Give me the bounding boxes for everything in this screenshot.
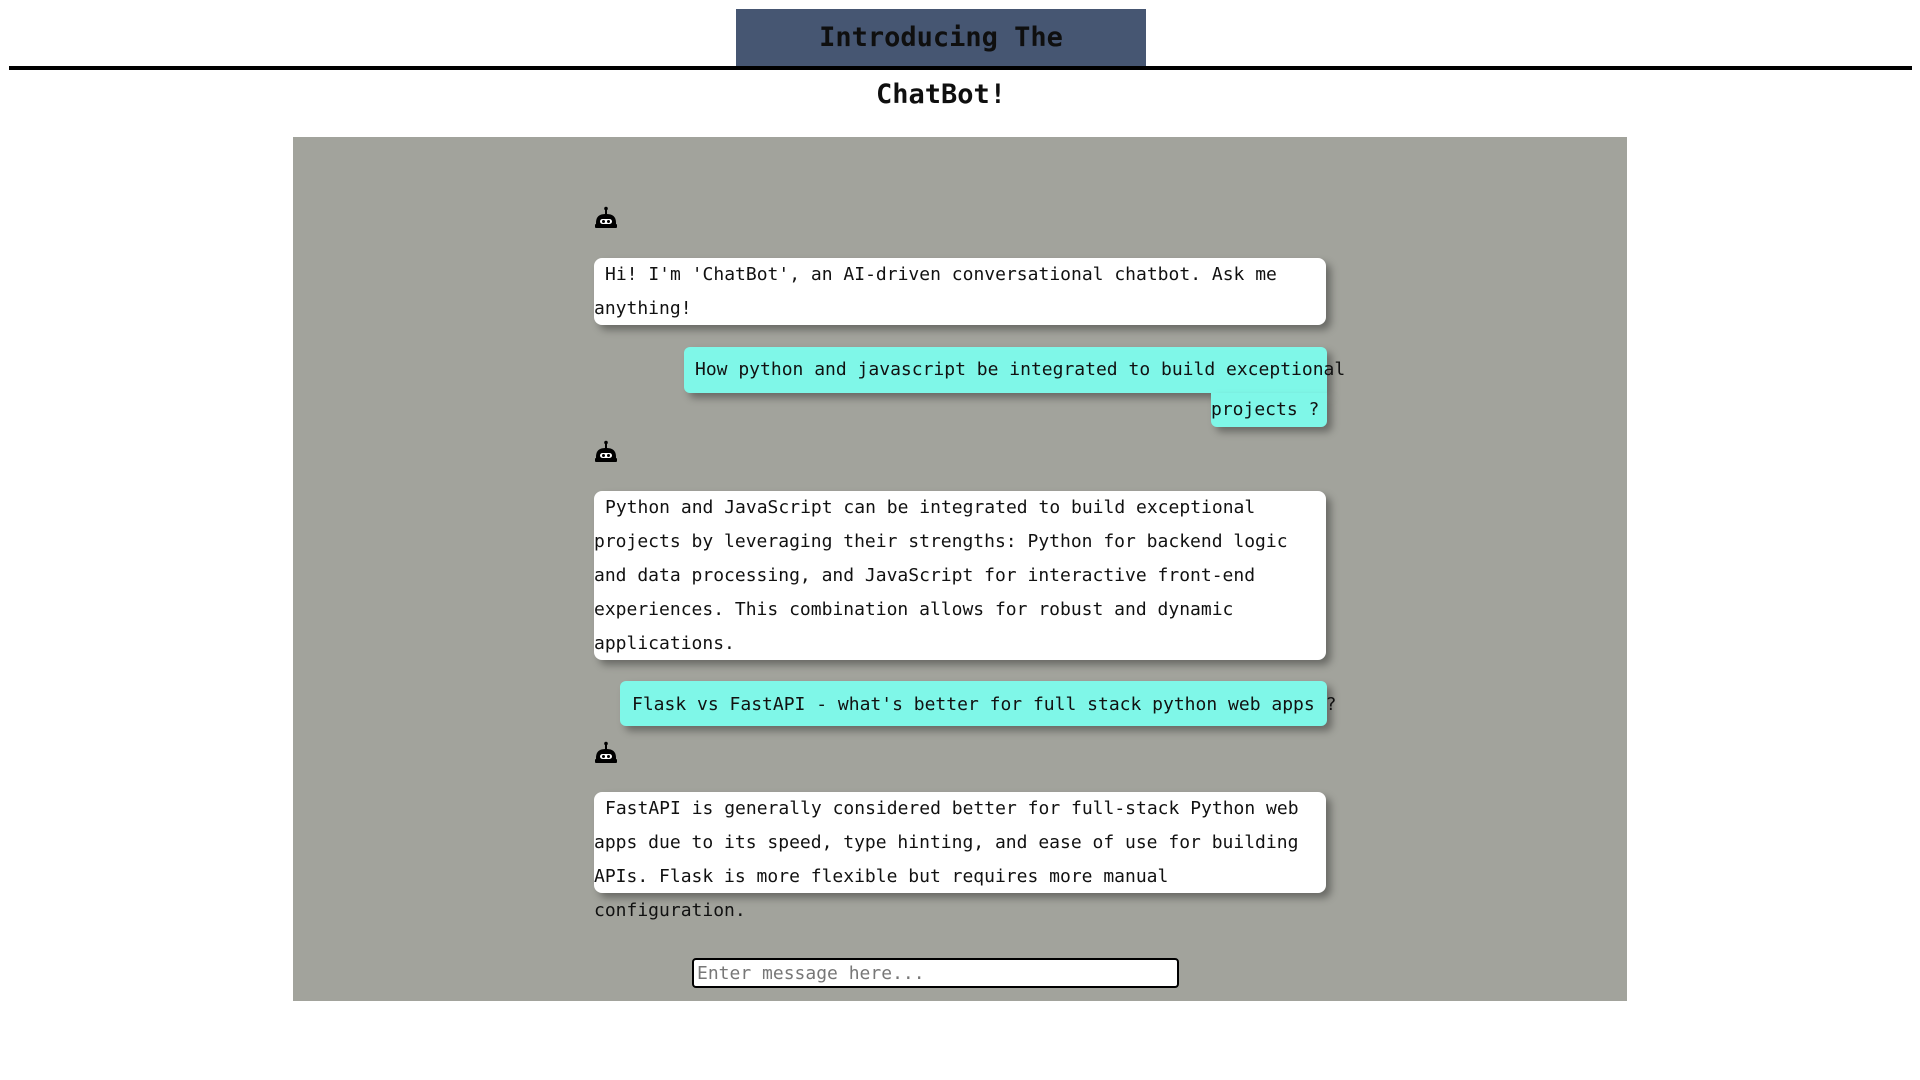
- bot-message: FastAPI is generally considered better f…: [594, 792, 1326, 921]
- chat-panel: Hi! I'm 'ChatBot', an AI-driven conversa…: [293, 137, 1627, 1001]
- robot-icon: [595, 440, 617, 462]
- user-message: Flask vs FastAPI - what's better for ful…: [620, 681, 1336, 726]
- message-input[interactable]: [692, 958, 1179, 988]
- bot-message: Hi! I'm 'ChatBot', an AI-driven conversa…: [594, 258, 1326, 325]
- bot-message: Python and JavaScript can be integrated …: [594, 491, 1326, 660]
- header: Introducing The ChatBot!: [0, 9, 1920, 110]
- robot-icon: [595, 206, 617, 228]
- robot-icon: [595, 741, 617, 763]
- header-divider: [9, 66, 1912, 70]
- page: Introducing The ChatBot! Hi! I'm 'ChatBo…: [0, 0, 1920, 1080]
- user-message-line: projects ?: [1211, 393, 1327, 427]
- page-title: Introducing The ChatBot!: [736, 9, 1146, 110]
- user-message-line: How python and javascript be integrated …: [684, 347, 1345, 393]
